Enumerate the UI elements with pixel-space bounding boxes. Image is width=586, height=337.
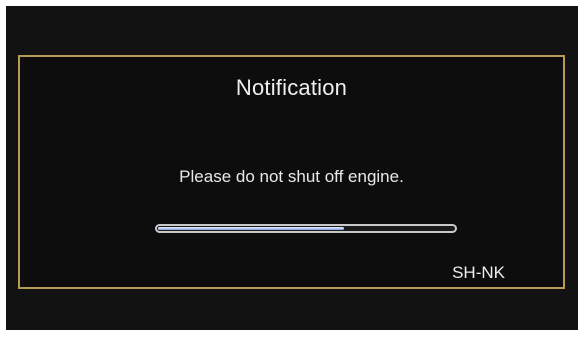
dialog-title: Notification bbox=[235, 75, 348, 100]
notification-dialog: Notification Please do not shut off engi… bbox=[18, 55, 565, 289]
progress-bar bbox=[155, 224, 457, 233]
status-code: SH-NK bbox=[452, 263, 505, 282]
progress-bar-fill bbox=[158, 227, 344, 230]
display-screen: Notification Please do not shut off engi… bbox=[6, 6, 578, 330]
dialog-message: Please do not shut off engine. bbox=[179, 167, 404, 186]
